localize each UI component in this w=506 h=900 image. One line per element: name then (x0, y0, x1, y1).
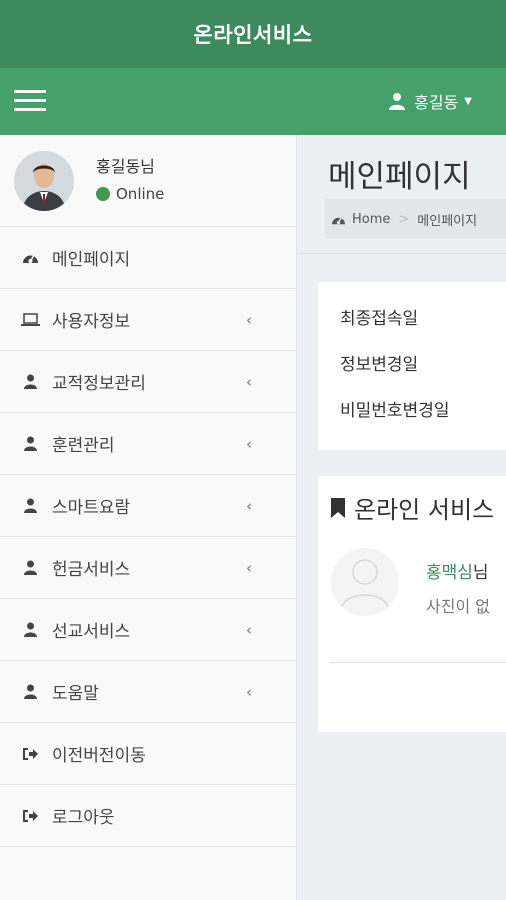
profile-name: 홍길동님 (96, 157, 155, 176)
chevron-left-icon: ‹ (246, 620, 252, 639)
user-icon (20, 434, 40, 454)
user-icon (20, 496, 40, 516)
account-info-card: 최종접속일 정보변경일 비밀번호변경일 (318, 282, 506, 450)
sidebar-item-logout[interactable]: 로그아웃 (0, 785, 296, 847)
avatar (14, 151, 74, 211)
user-menu-dropdown[interactable]: 홍길동 ▼ (388, 89, 472, 113)
sidebar-item-help[interactable]: 도움말 ‹ (0, 661, 296, 723)
sidebar-item-training-management[interactable]: 훈련관리 ‹ (0, 413, 296, 475)
user-icon (20, 682, 40, 702)
sidebar-item-label: 이전버전이동 (52, 746, 146, 766)
sidebar-item-label: 훈련관리 (52, 436, 115, 456)
status-label: Online (116, 185, 165, 203)
sidebar-item-smart-directory[interactable]: 스마트요람 ‹ (0, 475, 296, 537)
app-title-bar: 온라인서비스 (0, 0, 506, 68)
breadcrumb: Home > 메인페이지 (325, 199, 506, 239)
hamburger-menu-icon[interactable] (14, 90, 46, 114)
sidebar-item-label: 로그아웃 (52, 808, 115, 828)
user-icon (20, 620, 40, 640)
password-changed-label: 비밀번호변경일 (340, 401, 450, 421)
person-name-link[interactable]: 홍맥심 (426, 563, 473, 583)
user-icon (20, 372, 40, 392)
last-login-label: 최종접속일 (340, 309, 419, 329)
chevron-left-icon: ‹ (246, 558, 252, 577)
sidebar-item-membership-management[interactable]: 교적정보관리 ‹ (0, 351, 296, 413)
bookmark-icon (331, 497, 345, 518)
sidebar-item-label: 헌금서비스 (52, 560, 131, 580)
divider (330, 662, 506, 663)
divider (298, 253, 506, 254)
sidebar-item-mission-service[interactable]: 선교서비스 ‹ (0, 599, 296, 661)
user-icon (389, 93, 406, 110)
sidebar-item-user-info[interactable]: 사용자정보 ‹ (0, 289, 296, 351)
sidebar-item-main-page[interactable]: 메인페이지 (0, 227, 296, 289)
sign-out-icon (20, 806, 40, 826)
sign-out-icon (20, 744, 40, 764)
sidebar-item-label: 스마트요람 (52, 498, 131, 518)
page-title: 메인페이지 (328, 159, 471, 195)
chevron-left-icon: ‹ (246, 496, 252, 515)
chevron-left-icon: ‹ (246, 682, 252, 701)
online-service-card: 온라인 서비스 홍맥심님 사진이 없 (318, 476, 506, 732)
sidebar-item-label: 사용자정보 (52, 312, 131, 332)
sidebar-item-label: 도움말 (52, 684, 99, 704)
sidebar-profile: 홍길동님 Online (0, 135, 296, 227)
laptop-icon (20, 310, 40, 330)
sidebar-item-offering-service[interactable]: 헌금서비스 ‹ (0, 537, 296, 599)
app-title: 온라인서비스 (193, 23, 313, 47)
top-navbar: 홍길동 ▼ (0, 68, 506, 135)
breadcrumb-home-link[interactable]: Home (352, 212, 390, 227)
dashboard-icon (20, 248, 40, 268)
status-dot-icon (96, 187, 110, 201)
sidebar-item-previous-version[interactable]: 이전버전이동 (0, 723, 296, 785)
card-title: 온라인 서비스 (330, 490, 494, 525)
info-changed-label: 정보변경일 (340, 355, 419, 375)
chevron-left-icon: ‹ (246, 310, 252, 329)
dashboard-icon (332, 216, 345, 224)
person-name-suffix: 님 (472, 563, 489, 583)
person-name: 홍맥심님 (426, 558, 489, 583)
breadcrumb-current: 메인페이지 (417, 213, 478, 229)
sidebar-item-label: 메인페이지 (52, 250, 131, 270)
user-menu-name: 홍길동 (414, 93, 459, 112)
sidebar-item-label: 선교서비스 (52, 622, 131, 642)
caret-down-icon: ▼ (464, 95, 472, 107)
chevron-left-icon: ‹ (246, 372, 252, 391)
sidebar-item-label: 교적정보관리 (52, 374, 146, 394)
chevron-left-icon: ‹ (246, 434, 252, 453)
no-photo-text: 사진이 없 (426, 597, 490, 616)
breadcrumb-separator: > (398, 211, 410, 227)
card-title-text: 온라인 서비스 (354, 496, 495, 524)
avatar-placeholder (331, 548, 399, 616)
main-content: 메인페이지 Home > 메인페이지 최종접속일 정보변경일 비밀번호변경일 온… (298, 135, 506, 900)
online-status: Online (96, 185, 164, 203)
user-icon (20, 558, 40, 578)
sidebar: 홍길동님 Online 메인페이지 사용자정보 ‹ 교적정보관리 ‹ 훈련관리 … (0, 135, 297, 900)
